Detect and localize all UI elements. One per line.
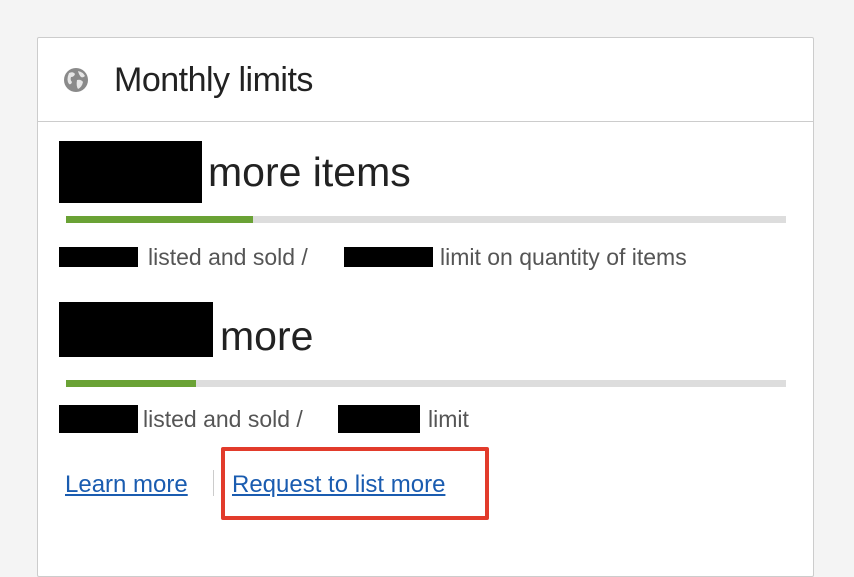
redacted-items-remaining: [59, 141, 202, 203]
redacted-amount-used: [59, 405, 138, 433]
redacted-amount-remaining: [59, 302, 213, 357]
link-divider: [213, 470, 214, 496]
items-progress-bar: [66, 216, 786, 223]
amount-remaining-label: more: [220, 313, 314, 359]
amount-progress-bar: [66, 380, 786, 387]
request-to-list-more-link[interactable]: Request to list more: [232, 470, 445, 500]
card-title: Monthly limits: [114, 61, 313, 99]
amount-usage-text: listed and sold /: [143, 406, 303, 432]
items-usage-text: listed and sold /: [148, 244, 308, 270]
monthly-limits-card: Monthly limits more items listed and sol…: [37, 37, 814, 577]
items-remaining-label: more items: [208, 149, 411, 195]
items-progress-fill: [66, 216, 254, 223]
amount-limit-text: limit: [428, 406, 469, 432]
redacted-items-used: [59, 247, 138, 267]
learn-more-link[interactable]: Learn more: [65, 470, 188, 500]
redacted-items-limit: [344, 247, 433, 267]
amount-progress-fill: [66, 380, 196, 387]
items-limit-text: limit on quantity of items: [440, 244, 687, 270]
card-header: Monthly limits: [38, 38, 813, 122]
redacted-amount-limit: [338, 405, 420, 433]
globe-icon: [63, 67, 89, 93]
